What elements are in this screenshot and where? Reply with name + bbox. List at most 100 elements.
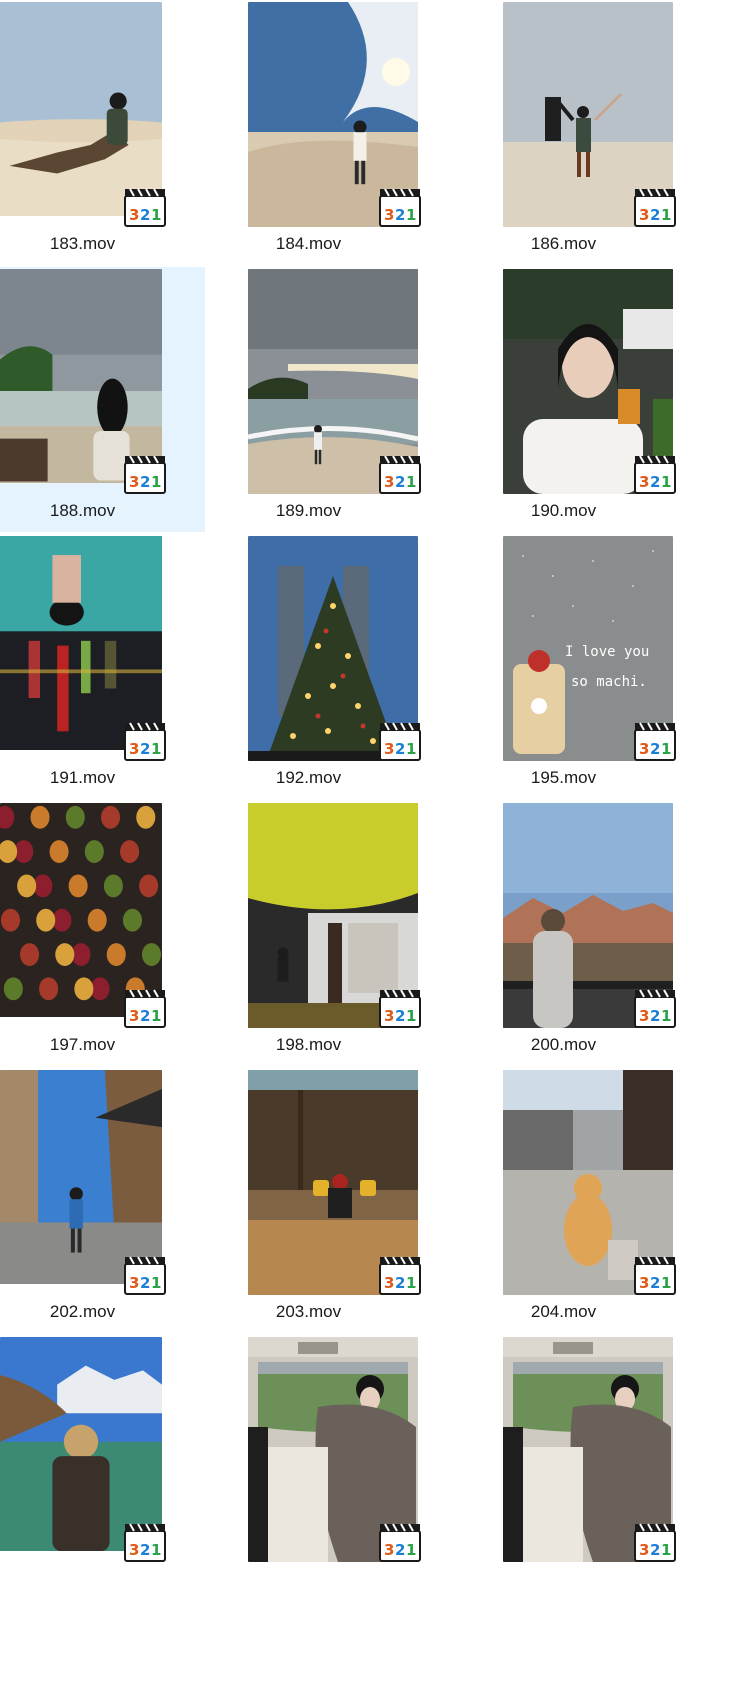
file-item[interactable]: 3 2 1 198.mov: [206, 801, 421, 1066]
file-item[interactable]: 3 2 1 192.mov: [206, 534, 421, 799]
svg-text:3: 3: [384, 1274, 394, 1292]
svg-text:3: 3: [129, 473, 139, 491]
file-name: 195.mov: [530, 768, 597, 787]
mpc-hc-video-icon: 3 2 1: [379, 1521, 421, 1563]
svg-text:2: 2: [140, 1007, 150, 1025]
svg-text:2: 2: [395, 740, 405, 758]
svg-text:3: 3: [639, 473, 649, 491]
svg-text:3: 3: [639, 1274, 649, 1292]
svg-text:2: 2: [395, 473, 405, 491]
svg-text:2: 2: [395, 1007, 405, 1025]
mpc-hc-video-icon: 3 2 1: [634, 987, 676, 1029]
mpc-hc-video-icon: 3 2 1: [124, 186, 166, 228]
svg-text:1: 1: [406, 473, 416, 491]
svg-text:2: 2: [140, 1274, 150, 1292]
svg-text:1: 1: [151, 1541, 161, 1559]
svg-text:1: 1: [406, 740, 416, 758]
file-item[interactable]: 3 2 1 203.mov: [206, 1068, 421, 1333]
svg-text:3: 3: [129, 1007, 139, 1025]
file-item[interactable]: 3 2 1 190.mov: [461, 267, 676, 532]
svg-text:3: 3: [129, 1541, 139, 1559]
file-name: 197.mov: [49, 1035, 116, 1054]
svg-text:3: 3: [129, 740, 139, 758]
svg-text:3: 3: [639, 1541, 649, 1559]
file-name: 203.mov: [275, 1302, 342, 1321]
svg-text:3: 3: [384, 206, 394, 224]
file-name: 202.mov: [49, 1302, 116, 1321]
file-name: 191.mov: [49, 768, 116, 787]
mpc-hc-video-icon: 3 2 1: [379, 1254, 421, 1296]
file-item[interactable]: 3 2 1 197.mov: [0, 801, 205, 1066]
file-item[interactable]: 3 2 1 189.mov: [206, 267, 421, 532]
file-grid: 3 2 1 183.mov 3 2 1 184.mov 3 2 1 186.mo…: [0, 0, 735, 1704]
svg-text:1: 1: [661, 1007, 671, 1025]
mpc-hc-video-icon: 3 2 1: [379, 453, 421, 495]
svg-text:2: 2: [650, 1541, 660, 1559]
svg-text:1: 1: [406, 1007, 416, 1025]
svg-text:1: 1: [661, 473, 671, 491]
file-name: 192.mov: [275, 768, 342, 787]
svg-text:3: 3: [384, 473, 394, 491]
mpc-hc-video-icon: 3 2 1: [124, 453, 166, 495]
mpc-hc-video-icon: 3 2 1: [124, 1254, 166, 1296]
file-item[interactable]: 3 2 1 191.mov: [0, 534, 205, 799]
file-item[interactable]: 3 2 1 200.mov: [461, 801, 676, 1066]
mpc-hc-video-icon: 3 2 1: [379, 720, 421, 762]
svg-text:1: 1: [151, 1274, 161, 1292]
svg-text:1: 1: [661, 206, 671, 224]
file-item[interactable]: 3 2 1 186.mov: [461, 0, 676, 265]
file-item[interactable]: 3 2 1 184.mov: [206, 0, 421, 265]
file-item[interactable]: 3 2 1: [461, 1335, 676, 1600]
svg-text:1: 1: [661, 740, 671, 758]
svg-text:2: 2: [650, 206, 660, 224]
svg-text:1: 1: [661, 1274, 671, 1292]
svg-text:2: 2: [650, 1007, 660, 1025]
svg-text:1: 1: [151, 1007, 161, 1025]
file-name: 190.mov: [530, 501, 597, 520]
file-item[interactable]: 3 2 1: [206, 1335, 421, 1600]
svg-text:3: 3: [129, 206, 139, 224]
mpc-hc-video-icon: 3 2 1: [124, 987, 166, 1029]
svg-text:3: 3: [639, 1007, 649, 1025]
svg-text:2: 2: [140, 740, 150, 758]
mpc-hc-video-icon: 3 2 1: [124, 1521, 166, 1563]
mpc-hc-video-icon: 3 2 1: [634, 720, 676, 762]
svg-text:3: 3: [384, 1541, 394, 1559]
file-item[interactable]: I love you so machi. 3 2 1 195.mov: [461, 534, 676, 799]
svg-text:2: 2: [650, 740, 660, 758]
svg-text:1: 1: [151, 206, 161, 224]
mpc-hc-video-icon: 3 2 1: [124, 720, 166, 762]
mpc-hc-video-icon: 3 2 1: [634, 186, 676, 228]
file-name: 200.mov: [530, 1035, 597, 1054]
svg-text:3: 3: [384, 740, 394, 758]
svg-text:2: 2: [140, 1541, 150, 1559]
svg-text:2: 2: [395, 1274, 405, 1292]
file-name: 204.mov: [530, 1302, 597, 1321]
file-item[interactable]: 3 2 1 204.mov: [461, 1068, 676, 1333]
svg-text:1: 1: [406, 1274, 416, 1292]
svg-text:1: 1: [151, 740, 161, 758]
mpc-hc-video-icon: 3 2 1: [379, 186, 421, 228]
mpc-hc-video-icon: 3 2 1: [634, 1521, 676, 1563]
svg-text:1: 1: [406, 1541, 416, 1559]
svg-text:1: 1: [661, 1541, 671, 1559]
file-name: 184.mov: [275, 234, 342, 253]
svg-text:2: 2: [395, 1541, 405, 1559]
svg-text:1: 1: [406, 206, 416, 224]
mpc-hc-video-icon: 3 2 1: [634, 453, 676, 495]
svg-text:2: 2: [395, 206, 405, 224]
svg-text:3: 3: [639, 740, 649, 758]
svg-text:3: 3: [129, 1274, 139, 1292]
mpc-hc-video-icon: 3 2 1: [634, 1254, 676, 1296]
svg-text:2: 2: [650, 1274, 660, 1292]
file-name: 198.mov: [275, 1035, 342, 1054]
file-item[interactable]: 3 2 1 202.mov: [0, 1068, 205, 1333]
file-item[interactable]: 3 2 1 183.mov: [0, 0, 205, 265]
svg-text:2: 2: [650, 473, 660, 491]
svg-text:2: 2: [140, 206, 150, 224]
file-name: 183.mov: [49, 234, 116, 253]
file-item[interactable]: 3 2 1 188.mov: [0, 267, 205, 532]
file-item[interactable]: 3 2 1: [0, 1335, 205, 1600]
svg-text:2: 2: [140, 473, 150, 491]
mpc-hc-video-icon: 3 2 1: [379, 987, 421, 1029]
